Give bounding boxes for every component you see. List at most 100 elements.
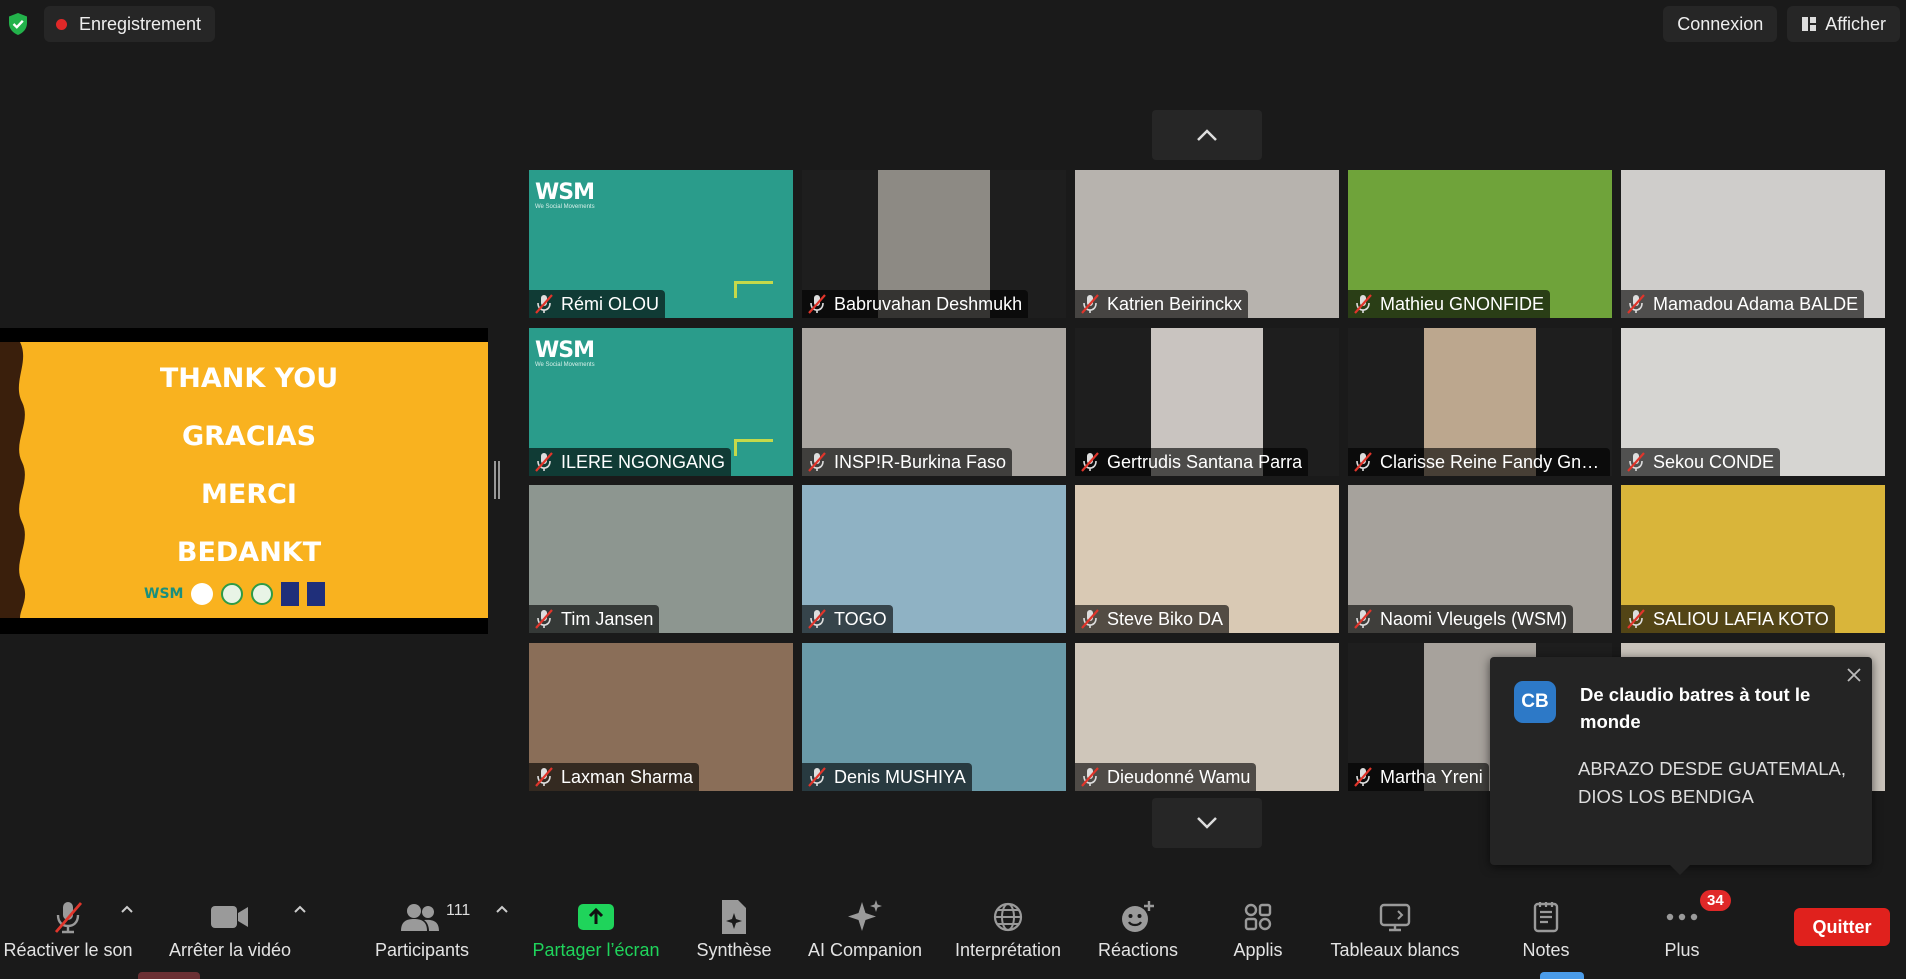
stop-video-button[interactable]: Arrêter la vidéo [160, 878, 300, 964]
connect-button[interactable]: Connexion [1663, 6, 1778, 42]
meeting-info-bar: Enregistrement [0, 6, 216, 42]
unmute-button[interactable]: Réactiver le son [0, 878, 136, 964]
ai-companion-button[interactable]: AI Companion [800, 878, 930, 964]
participants-label: Participants [374, 940, 470, 960]
quit-button[interactable]: Quitter [1794, 908, 1890, 946]
view-button[interactable]: Afficher [1787, 6, 1900, 42]
participant-tile[interactable]: Mamadou Adama BALDE [1621, 170, 1885, 318]
wsm-logo: WSM [144, 586, 184, 602]
participant-name: SALIOU LAFIA KOTO [1653, 608, 1829, 629]
taskbar-item[interactable] [138, 972, 200, 979]
participant-tile[interactable]: TOGO [802, 485, 1066, 633]
audio-options-caret-icon[interactable] [119, 902, 135, 916]
muted-mic-icon [533, 293, 555, 315]
slide-partner-logos: WSM [144, 582, 326, 606]
partner-logo-green2-icon [251, 583, 274, 605]
more-dots-icon [1666, 913, 1698, 921]
participant-nameplate: ILERE NGONGANG [529, 448, 732, 476]
muted-mic-icon [1625, 451, 1647, 473]
participant-tile[interactable]: Clarisse Reine Fandy Gna... [1348, 328, 1612, 476]
participant-tile[interactable]: Sekou CONDE [1621, 328, 1885, 476]
participant-tile[interactable]: Tim Jansen [529, 485, 793, 633]
close-icon[interactable] [1844, 665, 1864, 685]
participant-tile[interactable]: Babruvahan Deshmukh [802, 170, 1066, 318]
participant-tile[interactable]: SALIOU LAFIA KOTO [1621, 485, 1885, 633]
muted-mic-icon [1352, 293, 1374, 315]
participant-tile[interactable]: Dieudonné Wamu [1075, 643, 1339, 791]
apps-button[interactable]: Applis [1212, 878, 1304, 964]
security-shield-icon[interactable] [0, 6, 36, 42]
participant-nameplate: Katrien Beirinckx [1075, 290, 1249, 318]
video-options-caret-icon[interactable] [292, 902, 308, 916]
participant-nameplate: INSP!R-Burkina Faso [802, 448, 1013, 476]
participant-name: INSP!R-Burkina Faso [834, 451, 1007, 472]
participants-options-caret-icon[interactable] [494, 902, 510, 916]
summary-button[interactable]: Synthèse [688, 878, 780, 964]
participants-button[interactable]: 111 Participants [368, 878, 476, 964]
participant-name: Babruvahan Deshmukh [834, 293, 1023, 314]
connect-label: Connexion [1677, 13, 1764, 34]
share-screen-button[interactable]: Partager l’écran [528, 878, 664, 964]
muted-mic-icon [1079, 451, 1101, 473]
chevron-up-icon [1197, 129, 1217, 141]
taskbar-item-active[interactable] [1540, 972, 1584, 979]
whiteboards-button[interactable]: Tableaux blancs [1322, 878, 1468, 964]
participant-tile[interactable]: WSM We Social Movements Rémi OLOU [529, 170, 793, 318]
split-resize-handle[interactable] [494, 461, 500, 499]
participant-name: Tim Jansen [561, 608, 654, 629]
more-label: Plus [1664, 940, 1700, 960]
summary-label: Synthèse [696, 940, 772, 960]
slide-line-3: MERCI [201, 479, 297, 510]
slide-line-2: GRACIAS [181, 421, 317, 452]
wsm-corner-mark [734, 281, 773, 298]
chevron-down-icon [1197, 817, 1217, 829]
share-screen-icon [578, 904, 614, 930]
shared-content[interactable]: THANK YOU GRACIAS MERCI BEDANKT WSM [0, 328, 488, 634]
participants-count: 111 [446, 902, 471, 919]
participant-tile[interactable]: WSM We Social Movements ILERE NGONGANG [529, 328, 793, 476]
muted-mic-icon [533, 608, 555, 630]
participant-nameplate: Steve Biko DA [1075, 605, 1230, 633]
participant-name: Denis MUSHIYA [834, 766, 966, 787]
recording-indicator[interactable]: Enregistrement [44, 6, 216, 42]
reactions-label: Réactions [1097, 940, 1179, 960]
participant-tile[interactable]: Katrien Beirinckx [1075, 170, 1339, 318]
gallery-page-up-button[interactable] [1152, 110, 1262, 160]
view-label: Afficher [1825, 13, 1886, 34]
reaction-emoji-icon [1122, 901, 1154, 932]
participants-icon [401, 904, 439, 931]
participant-name: Laxman Sharma [561, 766, 694, 787]
muted-mic-icon [1079, 293, 1101, 315]
partner-logo-green-icon [221, 583, 244, 605]
participant-tile[interactable]: Laxman Sharma [529, 643, 793, 791]
participant-name: Katrien Beirinckx [1107, 293, 1243, 314]
participant-name: Sekou CONDE [1653, 451, 1775, 472]
muted-mic-icon [806, 766, 828, 788]
interpretation-label: Interprétation [954, 940, 1062, 960]
gallery-page-down-button[interactable] [1152, 798, 1262, 848]
reactions-button[interactable]: Réactions [1092, 878, 1184, 964]
participant-tile[interactable]: Denis MUSHIYA [802, 643, 1066, 791]
muted-mic-icon [1079, 608, 1101, 630]
participant-nameplate: Clarisse Reine Fandy Gna... [1348, 448, 1610, 476]
interpretation-button[interactable]: Interprétation [944, 878, 1072, 964]
participant-name: Gertrudis Santana Parra [1107, 451, 1303, 472]
more-notification-badge: 34 [1700, 890, 1731, 911]
participant-name: Rémi OLOU [561, 293, 660, 314]
participant-nameplate: Martha Yreni [1348, 763, 1489, 791]
participant-tile[interactable]: Mathieu GNONFIDE [1348, 170, 1612, 318]
wsm-logo: WSM [535, 180, 595, 205]
participant-name: Clarisse Reine Fandy Gna... [1380, 451, 1604, 472]
muted-mic-icon [806, 608, 828, 630]
participant-name: Dieudonné Wamu [1107, 766, 1251, 787]
participant-tile[interactable]: Naomi Vleugels (WSM) [1348, 485, 1612, 633]
participant-tile[interactable]: INSP!R-Burkina Faso [802, 328, 1066, 476]
muted-mic-icon [806, 451, 828, 473]
participant-tile[interactable]: Gertrudis Santana Parra [1075, 328, 1339, 476]
participant-tile[interactable]: Steve Biko DA [1075, 485, 1339, 633]
muted-microphone-icon [54, 902, 83, 934]
participant-name: ILERE NGONGANG [561, 451, 726, 472]
chat-notification[interactable]: CB De claudio batres à tout le monde ABR… [1490, 657, 1872, 875]
participant-nameplate: Laxman Sharma [529, 763, 700, 791]
notes-button[interactable]: Notes [1500, 878, 1592, 964]
